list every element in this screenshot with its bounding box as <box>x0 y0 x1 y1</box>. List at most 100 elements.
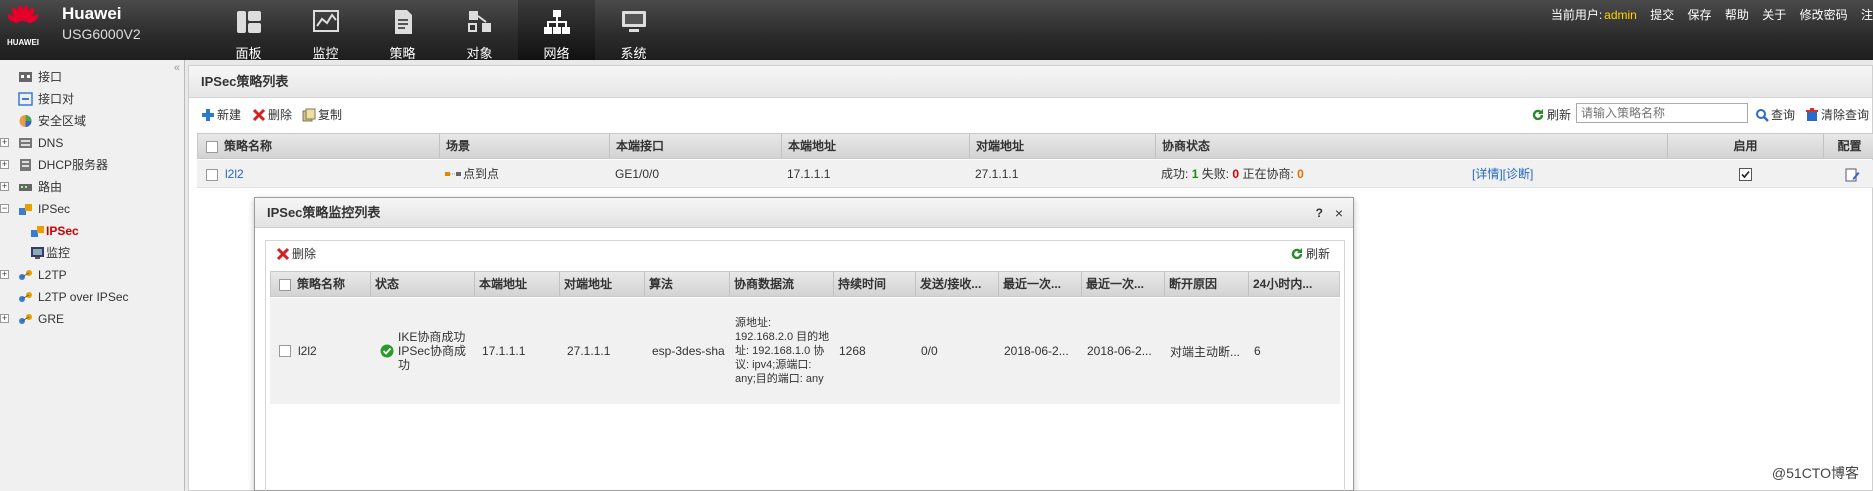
refresh-icon <box>1291 248 1303 260</box>
copy-button[interactable]: 复制 <box>302 107 342 123</box>
detail-diagnose-links[interactable]: [详情][诊断] <box>1472 160 1533 188</box>
objects-icon <box>467 11 491 32</box>
column-header-local-interface[interactable]: 本端接口 <box>610 134 782 158</box>
select-all-checkbox[interactable] <box>206 140 218 153</box>
new-button-label: 新建 <box>217 108 242 122</box>
monitor-icon <box>31 247 44 259</box>
expand-toggle[interactable]: + <box>0 182 9 191</box>
l2tp-over-ipsec-icon <box>19 292 32 302</box>
enabled-checkbox[interactable] <box>1739 160 1752 188</box>
sidebar-collapse-button[interactable]: « <box>174 62 180 74</box>
change-password-link[interactable]: 修改密码 <box>1800 8 1848 22</box>
fail-count: 0 <box>1232 167 1240 181</box>
negotiation-status-cell: 成功: 1 失败: 0 正在协商: 0 <box>1161 160 1304 188</box>
huawei-flower-icon <box>8 5 38 24</box>
peer-address-cell: 27.1.1.1 <box>975 167 1019 181</box>
save-link[interactable]: 保存 <box>1688 8 1712 22</box>
success-check-icon <box>380 344 394 358</box>
nav-system[interactable]: 系统 <box>595 0 672 61</box>
column-header-disconnect-reason[interactable]: 断开原因 <box>1165 272 1249 296</box>
delete-button[interactable]: 删除 <box>252 107 292 123</box>
watermark: @51CTO博客 <box>1771 465 1859 481</box>
column-header-enabled[interactable]: 启用 <box>1668 134 1824 158</box>
table-row[interactable]: l2l2 IKE协商成功 IPSec协商成功 17.1.1.1 27.1.1.1… <box>270 298 1340 404</box>
policy-name-link[interactable]: l2l2 <box>225 160 244 188</box>
peer-address-cell: 27.1.1.1 <box>567 344 611 358</box>
sidebar-item-label: IPSec <box>38 202 71 216</box>
submit-link[interactable]: 提交 <box>1650 8 1674 22</box>
column-header-data-flow[interactable]: 协商数据流 <box>730 272 834 296</box>
edit-icon <box>1845 168 1860 182</box>
query-button[interactable]: 查询 <box>1755 107 1795 123</box>
nav-objects[interactable]: 对象 <box>441 0 518 61</box>
expand-toggle[interactable]: + <box>0 314 9 323</box>
dialog-delete-button[interactable]: 删除 <box>276 246 316 262</box>
gre-icon <box>19 314 32 324</box>
column-header-send-receive[interactable]: 发送/接收... <box>916 272 999 296</box>
close-button[interactable]: × <box>1335 198 1343 228</box>
clear-query-button[interactable]: 清除查询 <box>1805 107 1869 123</box>
column-header-negotiation-status[interactable]: 协商状态 <box>1156 134 1668 158</box>
column-header-last-2[interactable]: 最近一次... <box>1082 272 1165 296</box>
current-user[interactable]: admin <box>1604 8 1637 22</box>
column-header-local-address[interactable]: 本端地址 <box>475 272 560 296</box>
column-header-policy-name[interactable]: 策略名称 <box>198 134 440 158</box>
nav-dashboard[interactable]: 面板 <box>210 0 287 61</box>
last-2-cell: 2018-06-2... <box>1087 344 1152 358</box>
disconnect-reason-cell: 对端主动断... <box>1170 344 1241 359</box>
column-header-status[interactable]: 状态 <box>371 272 475 296</box>
refresh-icon <box>1532 109 1544 121</box>
expand-toggle[interactable]: + <box>0 160 9 169</box>
policy-name-search-input[interactable] <box>1576 103 1748 123</box>
nav-network[interactable]: 网络 <box>518 0 595 61</box>
column-header-policy-name[interactable]: 策略名称 <box>271 272 371 296</box>
refresh-button-label: 刷新 <box>1547 108 1572 122</box>
sidebar-item-label: 监控 <box>46 246 71 260</box>
sidebar-item-label: DHCP服务器 <box>38 158 109 172</box>
nav-policy[interactable]: 策略 <box>364 0 441 61</box>
column-header-peer-address[interactable]: 对端地址 <box>970 134 1156 158</box>
expand-toggle[interactable]: + <box>0 270 9 279</box>
sidebar-item-label: 接口 <box>38 70 63 84</box>
nav-monitor[interactable]: 监控 <box>287 0 364 61</box>
column-header-peer-address[interactable]: 对端地址 <box>560 272 645 296</box>
row-checkbox[interactable] <box>279 298 291 404</box>
search-icon <box>1756 109 1769 122</box>
about-link[interactable]: 关于 <box>1762 8 1786 22</box>
status-cell: IKE协商成功 IPSec协商成功 <box>380 298 472 404</box>
column-header-scene[interactable]: 场景 <box>440 134 610 158</box>
copy-icon <box>302 108 316 122</box>
row-checkbox[interactable] <box>206 160 218 188</box>
column-header-duration[interactable]: 持续时间 <box>834 272 916 296</box>
column-header-local-address[interactable]: 本端地址 <box>782 134 970 158</box>
success-count: 1 <box>1191 167 1199 181</box>
scene-text: 点到点 <box>463 167 500 181</box>
edit-config-button[interactable] <box>1845 160 1860 188</box>
column-header-config[interactable]: 配置 <box>1824 134 1873 158</box>
nav-label: 面板 <box>235 46 262 61</box>
last-1-cell: 2018-06-2... <box>1004 344 1069 358</box>
sidebar-item-label: 接口对 <box>38 92 75 106</box>
monitor-chart-icon <box>312 10 339 32</box>
fail-label: 失败: <box>1201 167 1230 181</box>
logout-link[interactable]: 注 <box>1861 8 1873 22</box>
expand-toggle[interactable]: + <box>0 138 9 147</box>
duration-cell: 1268 <box>839 344 866 358</box>
nav-label: 监控 <box>312 46 339 61</box>
sidebar-item-label: L2TP over IPSec <box>38 290 129 304</box>
scene-cell: 点到点 <box>445 160 499 188</box>
table-row[interactable]: l2l2 点到点 GE1/0/0 17.1.1.1 27.1.1.1 成功: 1… <box>197 160 1873 188</box>
select-all-checkbox[interactable] <box>279 278 291 291</box>
column-header-24h[interactable]: 24小时内... <box>1249 272 1339 296</box>
column-header-algorithm[interactable]: 算法 <box>645 272 730 296</box>
help-link[interactable]: 帮助 <box>1725 8 1749 22</box>
delete-x-icon <box>252 108 266 122</box>
refresh-button[interactable]: 刷新 <box>1531 107 1571 123</box>
collapse-toggle[interactable]: − <box>0 204 9 213</box>
security-zone-icon <box>19 115 32 127</box>
dialog-refresh-button[interactable]: 刷新 <box>1290 246 1330 262</box>
help-button[interactable]: ? <box>1316 198 1323 228</box>
column-header-last-1[interactable]: 最近一次... <box>999 272 1082 296</box>
new-button[interactable]: 新建 <box>201 107 241 123</box>
clear-query-icon <box>1806 108 1818 121</box>
